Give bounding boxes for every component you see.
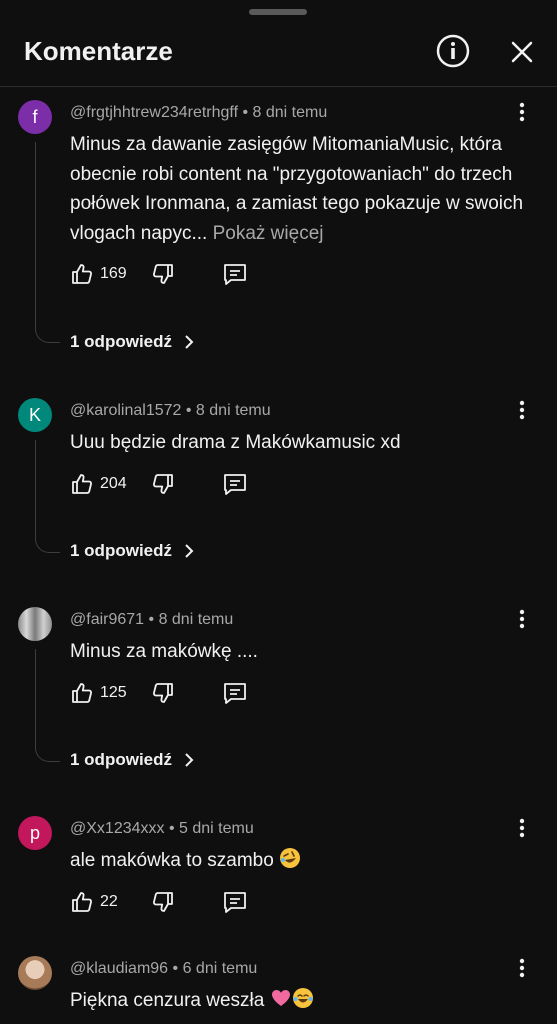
chevron-right-icon	[185, 753, 194, 767]
comment-time: 5 dni temu	[179, 820, 254, 837]
comment-icon	[224, 264, 246, 285]
view-replies-button[interactable]: 1 odpowiedź	[70, 332, 198, 352]
comment-text: Piękna cenzura weszła	[70, 986, 525, 1016]
comment-time: 8 dni temu	[195, 402, 271, 419]
tears-of-joy-emoji-icon	[292, 988, 313, 1008]
thumbs-down-icon	[153, 683, 173, 703]
avatar[interactable]: f	[18, 100, 52, 134]
comment-time: 6 dni temu	[182, 960, 258, 977]
comment-icon	[224, 892, 246, 913]
thread-line	[35, 142, 60, 343]
avatar[interactable]: p	[18, 816, 52, 850]
more-options-icon[interactable]	[512, 100, 532, 124]
comment-time: 8 dni temu	[158, 611, 234, 628]
rolling-laughing-emoji-icon	[280, 848, 301, 868]
comment-actions: 22	[70, 889, 270, 915]
comment-actions: 204	[70, 471, 270, 497]
thumbs-up-icon	[72, 474, 92, 494]
comment-meta: @klaudiam96 • 6 dni temu	[70, 960, 258, 977]
like-count: 22	[100, 893, 118, 910]
thumbs-up-icon	[72, 892, 92, 912]
more-options-icon[interactable]	[512, 956, 532, 980]
dislike-button[interactable]	[151, 471, 175, 497]
more-options-icon[interactable]	[512, 398, 532, 422]
dislike-button[interactable]	[151, 889, 175, 915]
heart-emoji-icon	[271, 990, 290, 1006]
comment-author[interactable]: @frgtjhhtrew234retrhgff	[70, 104, 238, 121]
dislike-button[interactable]	[151, 261, 175, 287]
like-button[interactable]: 169	[70, 261, 127, 287]
chevron-right-icon	[185, 335, 194, 349]
avatar[interactable]	[18, 956, 52, 990]
comment-text: ale makówka to szambo	[70, 846, 525, 876]
like-count: 204	[100, 475, 127, 492]
show-more-link[interactable]: Pokaż więcej	[213, 223, 324, 244]
reply-button[interactable]	[222, 261, 248, 287]
like-button[interactable]: 204	[70, 471, 127, 497]
comment-author[interactable]: @Xx1234xxx	[70, 820, 165, 837]
thread-line	[35, 649, 60, 762]
like-count: 169	[100, 265, 127, 282]
reply-button[interactable]	[222, 471, 248, 497]
comment-text: Uuu będzie drama z Makówkamusic xd	[70, 432, 401, 453]
thumbs-up-icon	[72, 264, 92, 284]
thumbs-down-icon	[153, 892, 173, 912]
like-button[interactable]: 125	[70, 680, 127, 706]
reply-button[interactable]	[222, 889, 248, 915]
comment-actions: 169	[70, 261, 270, 287]
thumbs-up-icon	[72, 683, 92, 703]
avatar[interactable]	[18, 607, 52, 641]
more-options-icon[interactable]	[512, 816, 532, 840]
comments-header: Komentarze	[0, 18, 557, 87]
more-options-icon[interactable]	[512, 607, 532, 631]
comment-meta: @fair9671 • 8 dni temu	[70, 611, 234, 628]
reply-button[interactable]	[222, 680, 248, 706]
info-button[interactable]	[434, 32, 472, 70]
like-count: 125	[100, 684, 127, 701]
comment-author[interactable]: @fair9671	[70, 611, 144, 628]
view-replies-button[interactable]: 1 odpowiedź	[70, 541, 198, 561]
thread-line	[35, 440, 60, 553]
info-icon	[436, 34, 470, 68]
page-title: Komentarze	[24, 36, 173, 66]
comment-time: 8 dni temu	[252, 104, 328, 121]
close-button[interactable]	[504, 34, 540, 70]
comment-meta: @Xx1234xxx • 5 dni temu	[70, 820, 254, 837]
close-icon	[511, 41, 533, 63]
comment-text: Minus za dawanie zasięgów MitomaniaMusic…	[70, 134, 524, 244]
comment-meta: @frgtjhhtrew234retrhgff • 8 dni temu	[70, 104, 328, 121]
like-button[interactable]: 22	[70, 889, 118, 915]
comment-actions: 125	[70, 680, 270, 706]
drag-handle[interactable]	[249, 9, 307, 15]
view-replies-button[interactable]: 1 odpowiedź	[70, 750, 198, 770]
thumbs-down-icon	[153, 474, 173, 494]
chevron-right-icon	[185, 544, 194, 558]
comment-author[interactable]: @klaudiam96	[70, 960, 168, 977]
thumbs-down-icon	[153, 264, 173, 284]
dislike-button[interactable]	[151, 680, 175, 706]
comment-icon	[224, 683, 246, 704]
comment-text: Minus za makówkę ....	[70, 641, 258, 662]
comment-meta: @karolinal1572 • 8 dni temu	[70, 402, 271, 419]
comment-author[interactable]: @karolinal1572	[70, 402, 181, 419]
comment-icon	[224, 474, 246, 495]
avatar[interactable]: K	[18, 398, 52, 432]
